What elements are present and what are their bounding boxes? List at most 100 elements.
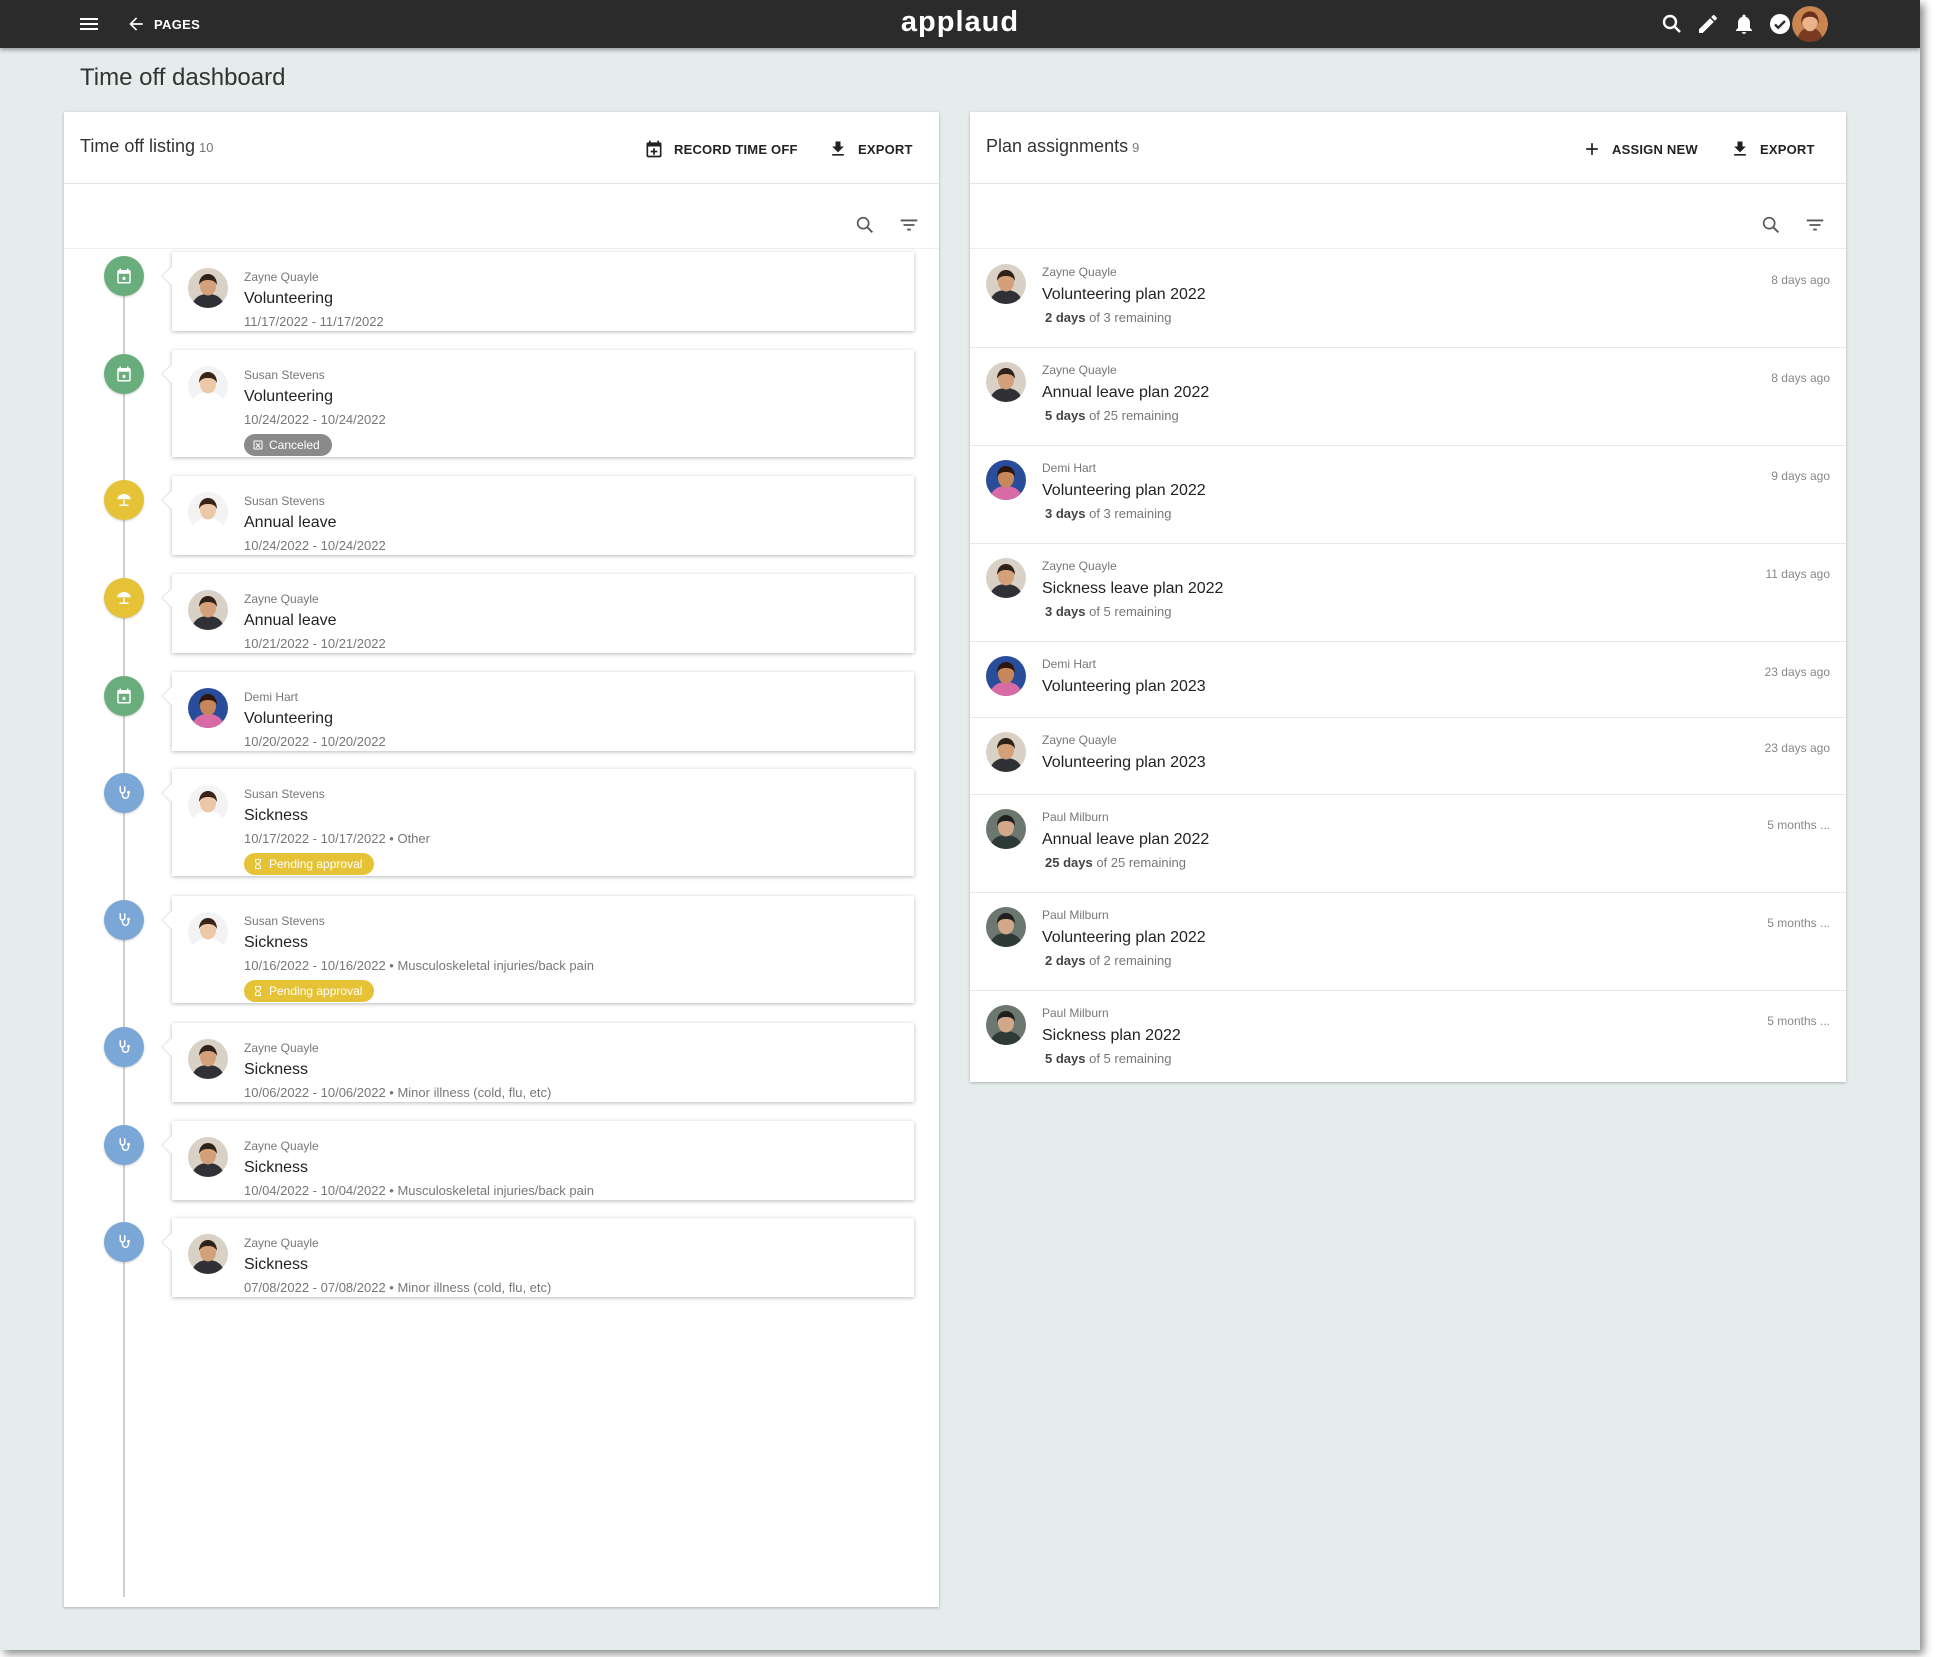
employee-name: Susan Stevens (244, 914, 325, 928)
assign-new-button[interactable]: ASSIGN NEW (1582, 136, 1698, 162)
avatar (986, 809, 1026, 849)
search-icon[interactable] (854, 214, 876, 236)
avatar (986, 1005, 1026, 1045)
time-off-dates: 11/17/2022 - 11/17/2022 (244, 314, 384, 329)
avatar (986, 362, 1026, 402)
time-off-card[interactable]: Zayne Quayle Sickness 10/04/2022 - 10/04/2… (172, 1121, 914, 1200)
time-off-type: Sickness (244, 1256, 309, 1273)
employee-name: Zayne Quayle (1042, 559, 1117, 573)
plan-assignment-row[interactable]: Demi Hart Volunteering plan 2023 23 days a… (970, 642, 1846, 718)
avatar (188, 1137, 228, 1177)
time-off-card[interactable]: Susan Stevens Sickness 10/16/2022 - 10/16/… (172, 896, 914, 1003)
volunteering-calendar-icon (104, 256, 144, 296)
filter-icon[interactable] (898, 214, 920, 236)
plan-assignment-row[interactable]: Zayne Quayle Volunteering plan 2022 2 days… (970, 250, 1846, 348)
plan-assignment-row[interactable]: Paul Milburn Sickness plan 2022 5 days of … (970, 991, 1846, 1082)
avatar (986, 656, 1026, 696)
plan-assignment-row[interactable]: Paul Milburn Annual leave plan 2022 25 day… (970, 795, 1846, 893)
time-off-type: Volunteering (244, 290, 333, 307)
avatar (986, 460, 1026, 500)
plan-assignment-row[interactable]: Demi Hart Volunteering plan 2022 3 days of… (970, 446, 1846, 544)
plan-assignment-row[interactable]: Zayne Quayle Sickness leave plan 2022 3 da… (970, 544, 1846, 642)
employee-name: Zayne Quayle (244, 1236, 319, 1250)
time-off-dates: 10/20/2022 - 10/20/2022 (244, 734, 386, 749)
plan-name: Volunteering plan 2022 (1042, 286, 1206, 303)
assigned-time: 8 days ago (1771, 273, 1830, 287)
time-off-type: Sickness (244, 807, 309, 824)
plan-assignment-row[interactable]: Paul Milburn Volunteering plan 2022 2 days… (970, 893, 1846, 991)
annual-leave-umbrella-icon (104, 578, 144, 618)
export-plans-label: EXPORT (1760, 141, 1815, 157)
avatar (188, 492, 228, 532)
time-off-listing-header: Time off listing 10 RECORD TIME OFF EXPOR… (64, 112, 939, 184)
export-plans-button[interactable]: EXPORT (1730, 136, 1815, 162)
status-badge-label: Pending approval (269, 984, 363, 998)
calendar-cancel-icon (253, 440, 263, 450)
employee-name: Zayne Quayle (244, 1041, 319, 1055)
annual-leave-umbrella-icon (104, 480, 144, 520)
employee-name: Susan Stevens (244, 368, 325, 382)
plan-assignment-row[interactable]: Zayne Quayle Annual leave plan 2022 5 days… (970, 348, 1846, 446)
days-remaining: 2 days of 2 remaining (1045, 953, 1171, 968)
time-off-card[interactable]: Susan Stevens Sickness 10/17/2022 - 10/17/… (172, 769, 914, 876)
days-remaining: 5 days of 5 remaining (1045, 1051, 1171, 1066)
days-remaining-value: 3 days (1045, 506, 1086, 521)
days-remaining-total: of 5 remaining (1085, 1051, 1172, 1066)
days-remaining-value: 25 days (1045, 855, 1093, 870)
filter-icon[interactable] (1804, 214, 1826, 236)
time-off-card[interactable]: Susan Stevens Volunteering 10/24/2022 - 10… (172, 350, 914, 457)
plan-assignments-header: Plan assignments 9 ASSIGN NEW EXPORT (970, 112, 1846, 184)
time-off-dates: 10/24/2022 - 10/24/2022 (244, 412, 386, 427)
days-remaining-total: of 25 remaining (1092, 855, 1186, 870)
avatar (986, 558, 1026, 598)
employee-name: Demi Hart (1042, 461, 1097, 475)
employee-name: Zayne Quayle (1042, 265, 1117, 279)
employee-name: Demi Hart (1042, 657, 1097, 671)
avatar (986, 264, 1026, 304)
days-remaining-total: of 3 remaining (1085, 310, 1172, 325)
days-remaining-total: of 5 remaining (1085, 604, 1172, 619)
assigned-time: 11 days ago (1765, 567, 1831, 581)
time-off-type: Volunteering (244, 710, 333, 727)
status-badge: Pending approval (244, 980, 375, 1002)
time-off-card[interactable]: Susan Stevens Annual leave 10/24/2022 - 10… (172, 476, 914, 555)
status-badge-label: Pending approval (269, 857, 363, 871)
plan-name: Volunteering plan 2022 (1042, 482, 1206, 499)
days-remaining-total: of 25 remaining (1085, 408, 1179, 423)
time-off-card[interactable]: Zayne Quayle Sickness 10/06/2022 - 10/06/2… (172, 1023, 914, 1102)
days-remaining: 3 days of 5 remaining (1045, 604, 1171, 619)
export-time-off-button[interactable]: EXPORT (828, 136, 913, 162)
time-off-card[interactable]: Zayne Quayle Volunteering 11/17/2022 - 11/… (172, 252, 914, 331)
plan-name: Annual leave plan 2022 (1042, 831, 1210, 848)
assigned-time: 5 months ... (1767, 1014, 1830, 1028)
time-off-card[interactable]: Zayne Quayle Sickness 07/08/2022 - 07/08/2… (172, 1218, 914, 1297)
time-off-type: Sickness (244, 934, 309, 951)
edit-pencil-icon[interactable] (1696, 12, 1720, 36)
hourglass-icon (255, 986, 261, 996)
time-off-dates: 10/16/2022 - 10/16/2022 • Musculoskeleta… (244, 958, 594, 973)
avatar (188, 366, 228, 406)
avatar (986, 907, 1026, 947)
sickness-stethoscope-icon (104, 1125, 144, 1165)
export-time-off-label: EXPORT (858, 141, 913, 157)
time-off-tools-row (64, 184, 939, 249)
search-icon[interactable] (1660, 12, 1684, 36)
notifications-bell-icon[interactable] (1732, 12, 1756, 36)
avatar (986, 732, 1026, 772)
days-remaining: 5 days of 25 remaining (1045, 408, 1179, 423)
tasks-check-icon[interactable] (1768, 12, 1792, 36)
days-remaining-value: 2 days (1045, 953, 1086, 968)
avatar (188, 1039, 228, 1079)
time-off-card[interactable]: Zayne Quayle Annual leave 10/21/2022 - 10/… (172, 574, 914, 653)
time-off-dates: 10/24/2022 - 10/24/2022 (244, 538, 386, 553)
time-off-card[interactable]: Demi Hart Volunteering 10/20/2022 - 10/20/… (172, 672, 914, 751)
panel-title: Time off listing 10 (80, 136, 214, 157)
plus-icon (1586, 143, 1598, 155)
user-avatar[interactable] (1792, 6, 1828, 42)
assigned-time: 5 months ... (1767, 818, 1830, 832)
plan-assignment-row[interactable]: Zayne Quayle Volunteering plan 2023 23 day… (970, 718, 1846, 795)
time-off-dates: 10/04/2022 - 10/04/2022 • Musculoskeleta… (244, 1183, 594, 1198)
days-remaining-value: 2 days (1045, 310, 1086, 325)
search-icon[interactable] (1760, 214, 1782, 236)
record-time-off-button[interactable]: RECORD TIME OFF (644, 136, 798, 162)
